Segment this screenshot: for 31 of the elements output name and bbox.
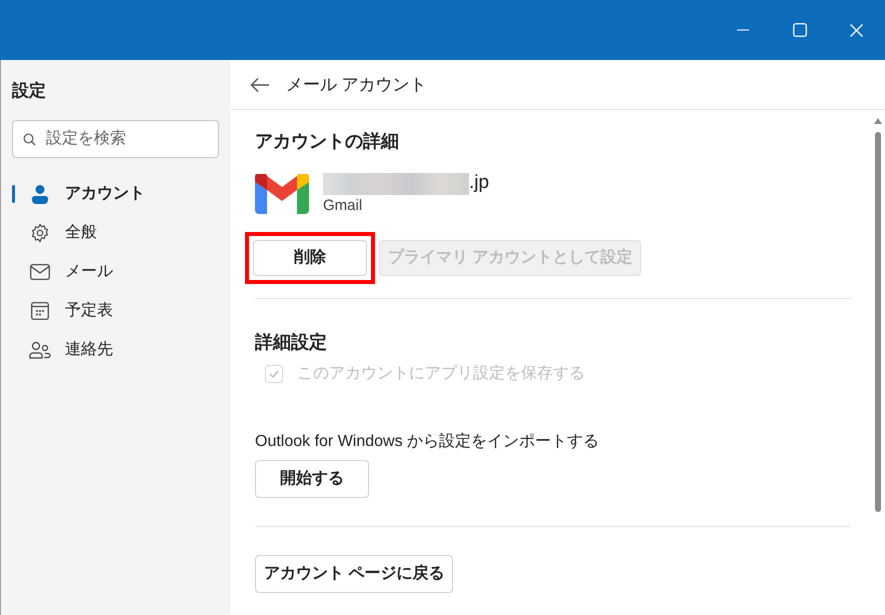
checkbox-label: このアカウントにアプリ設定を保存する (297, 364, 585, 384)
email-address: .jp (469, 171, 490, 195)
sidebar-item[interactable]: アカウント (12, 178, 219, 210)
search-field[interactable]: 設定を検索 (12, 120, 219, 158)
sidebar-title: 設定 (12, 80, 46, 102)
back-arrow-icon[interactable] (250, 76, 270, 92)
people-icon (29, 341, 51, 359)
minimize-icon[interactable] (736, 29, 748, 31)
import-label: Outlook for Windows から設定をインポートする (255, 432, 600, 452)
sidebar-item[interactable]: メール (12, 256, 219, 288)
person-icon (31, 184, 49, 204)
scroll-up-icon[interactable] (874, 118, 882, 124)
start-button[interactable]: 開始する (255, 460, 369, 498)
search-icon (23, 132, 36, 146)
gmail-logo-icon (255, 174, 309, 214)
maximize-icon[interactable] (792, 23, 806, 37)
section-heading: 詳細設定 (255, 330, 327, 354)
checkmark-icon (269, 370, 279, 378)
sidebar-item[interactable]: 全般 (12, 216, 219, 250)
section-heading: アカウントの詳細 (255, 130, 399, 153)
scrollbar-thumb[interactable] (875, 132, 881, 512)
sidebar-item[interactable]: 予定表 (12, 294, 219, 328)
settings-icon (30, 223, 50, 243)
delete-button[interactable]: 削除 (253, 240, 367, 276)
provider-label: Gmail (323, 196, 362, 216)
back-to-accounts-button[interactable]: アカウント ページに戻る (255, 554, 454, 592)
calendar-icon (31, 302, 49, 320)
page-title: メール アカウント (286, 74, 427, 96)
close-icon[interactable] (850, 24, 863, 36)
mail-icon (30, 264, 50, 280)
sidebar-item[interactable]: 連絡先 (12, 334, 219, 366)
